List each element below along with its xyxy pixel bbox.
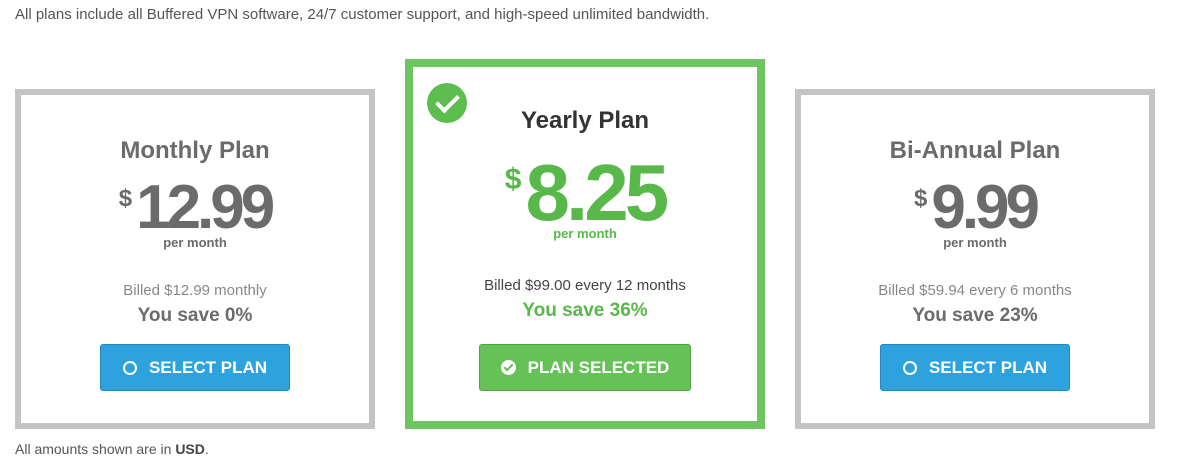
price-period: per month: [943, 235, 1007, 250]
button-label: SELECT PLAN: [148, 357, 268, 377]
button-label: PLAN SELECTED: [527, 357, 670, 377]
circle-outline-icon: [902, 360, 917, 375]
price-amount: 9.99: [931, 173, 1040, 242]
plan-card-yearly[interactable]: Yearly Plan $ 8.25 per month Billed $99.…: [405, 59, 765, 429]
currency-note: All amounts shown are in USD.: [15, 441, 209, 457]
price-amount: 8.25: [525, 148, 669, 237]
select-plan-button-monthly[interactable]: SELECT PLAN: [100, 344, 290, 391]
plan-title: Yearly Plan: [520, 107, 650, 134]
billing-info: Billed $59.94 every 6 months: [878, 282, 1072, 299]
price-period: per month: [553, 226, 617, 241]
savings-text: You save 23%: [912, 305, 1038, 326]
savings-text: You save 36%: [522, 300, 648, 321]
currency-symbol: $: [504, 163, 522, 196]
billing-info: Billed $12.99 monthly: [123, 282, 267, 299]
plans-intro-text: All plans include all Buffered VPN softw…: [15, 6, 710, 23]
plan-price: $ 9.99: [801, 177, 1149, 239]
plan-card-biannual[interactable]: Bi-Annual Plan $ 9.99 per month Billed $…: [795, 89, 1155, 429]
currency-note-suffix: .: [204, 441, 209, 457]
plan-title: Bi-Annual Plan: [889, 137, 1061, 164]
plan-card-monthly[interactable]: Monthly Plan $ 12.99 per month Billed $1…: [15, 89, 375, 429]
plan-title: Monthly Plan: [120, 137, 270, 164]
check-circle-icon: [500, 360, 516, 375]
button-label: SELECT PLAN: [928, 357, 1048, 377]
billing-info: Billed $99.00 every 12 months: [484, 277, 686, 294]
price-amount: 12.99: [136, 173, 275, 242]
plan-price: $ 12.99: [21, 177, 369, 239]
currency-note-prefix: All amounts shown are in: [15, 441, 176, 457]
plan-price: $ 8.25: [413, 153, 757, 233]
currency-code: USD: [175, 441, 205, 457]
price-period: per month: [163, 235, 227, 250]
circle-outline-icon: [122, 360, 137, 375]
savings-text: You save 0%: [137, 305, 253, 326]
select-plan-button-biannual[interactable]: SELECT PLAN: [880, 344, 1070, 391]
plan-selected-button[interactable]: PLAN SELECTED: [479, 344, 691, 391]
currency-symbol: $: [118, 185, 133, 212]
currency-symbol: $: [913, 185, 928, 212]
